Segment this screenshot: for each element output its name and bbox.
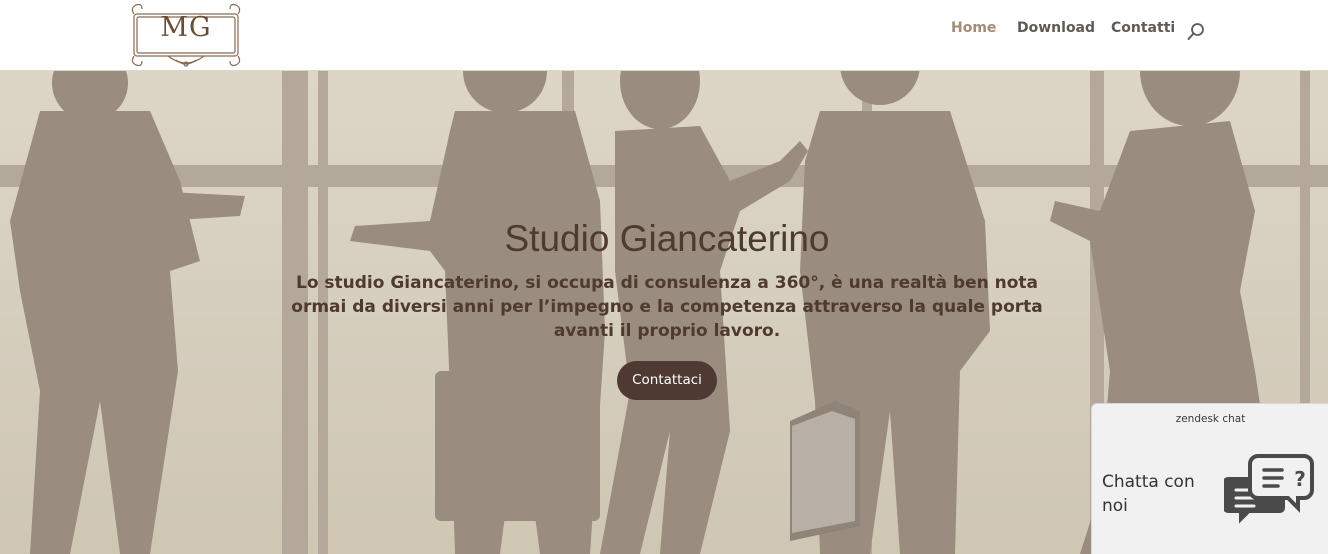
chat-widget[interactable]: zendesk chat Chatta con noi ?: [1091, 403, 1328, 554]
contattaci-button[interactable]: Contattaci: [617, 361, 717, 400]
nav-item-contatti[interactable]: Contatti: [1111, 20, 1175, 36]
site-header: MG Home Download Contatti: [0, 0, 1328, 71]
logo-text: MG: [160, 12, 212, 43]
hero-title: Studio Giancaterino: [504, 218, 830, 259]
chat-bubbles-icon: ?: [1224, 454, 1314, 529]
svg-text:?: ?: [1294, 467, 1306, 491]
nav-item-download[interactable]: Download: [1017, 20, 1095, 36]
chat-brand: zendesk chat: [1175, 413, 1246, 425]
chat-label: Chatta con noi: [1102, 472, 1195, 516]
nav-item-home[interactable]: Home: [951, 20, 996, 36]
hero-description: Lo studio Giancaterino, si occupa di con…: [291, 273, 1043, 341]
search-icon[interactable]: [1186, 22, 1206, 42]
site-logo[interactable]: MG: [128, 0, 244, 71]
